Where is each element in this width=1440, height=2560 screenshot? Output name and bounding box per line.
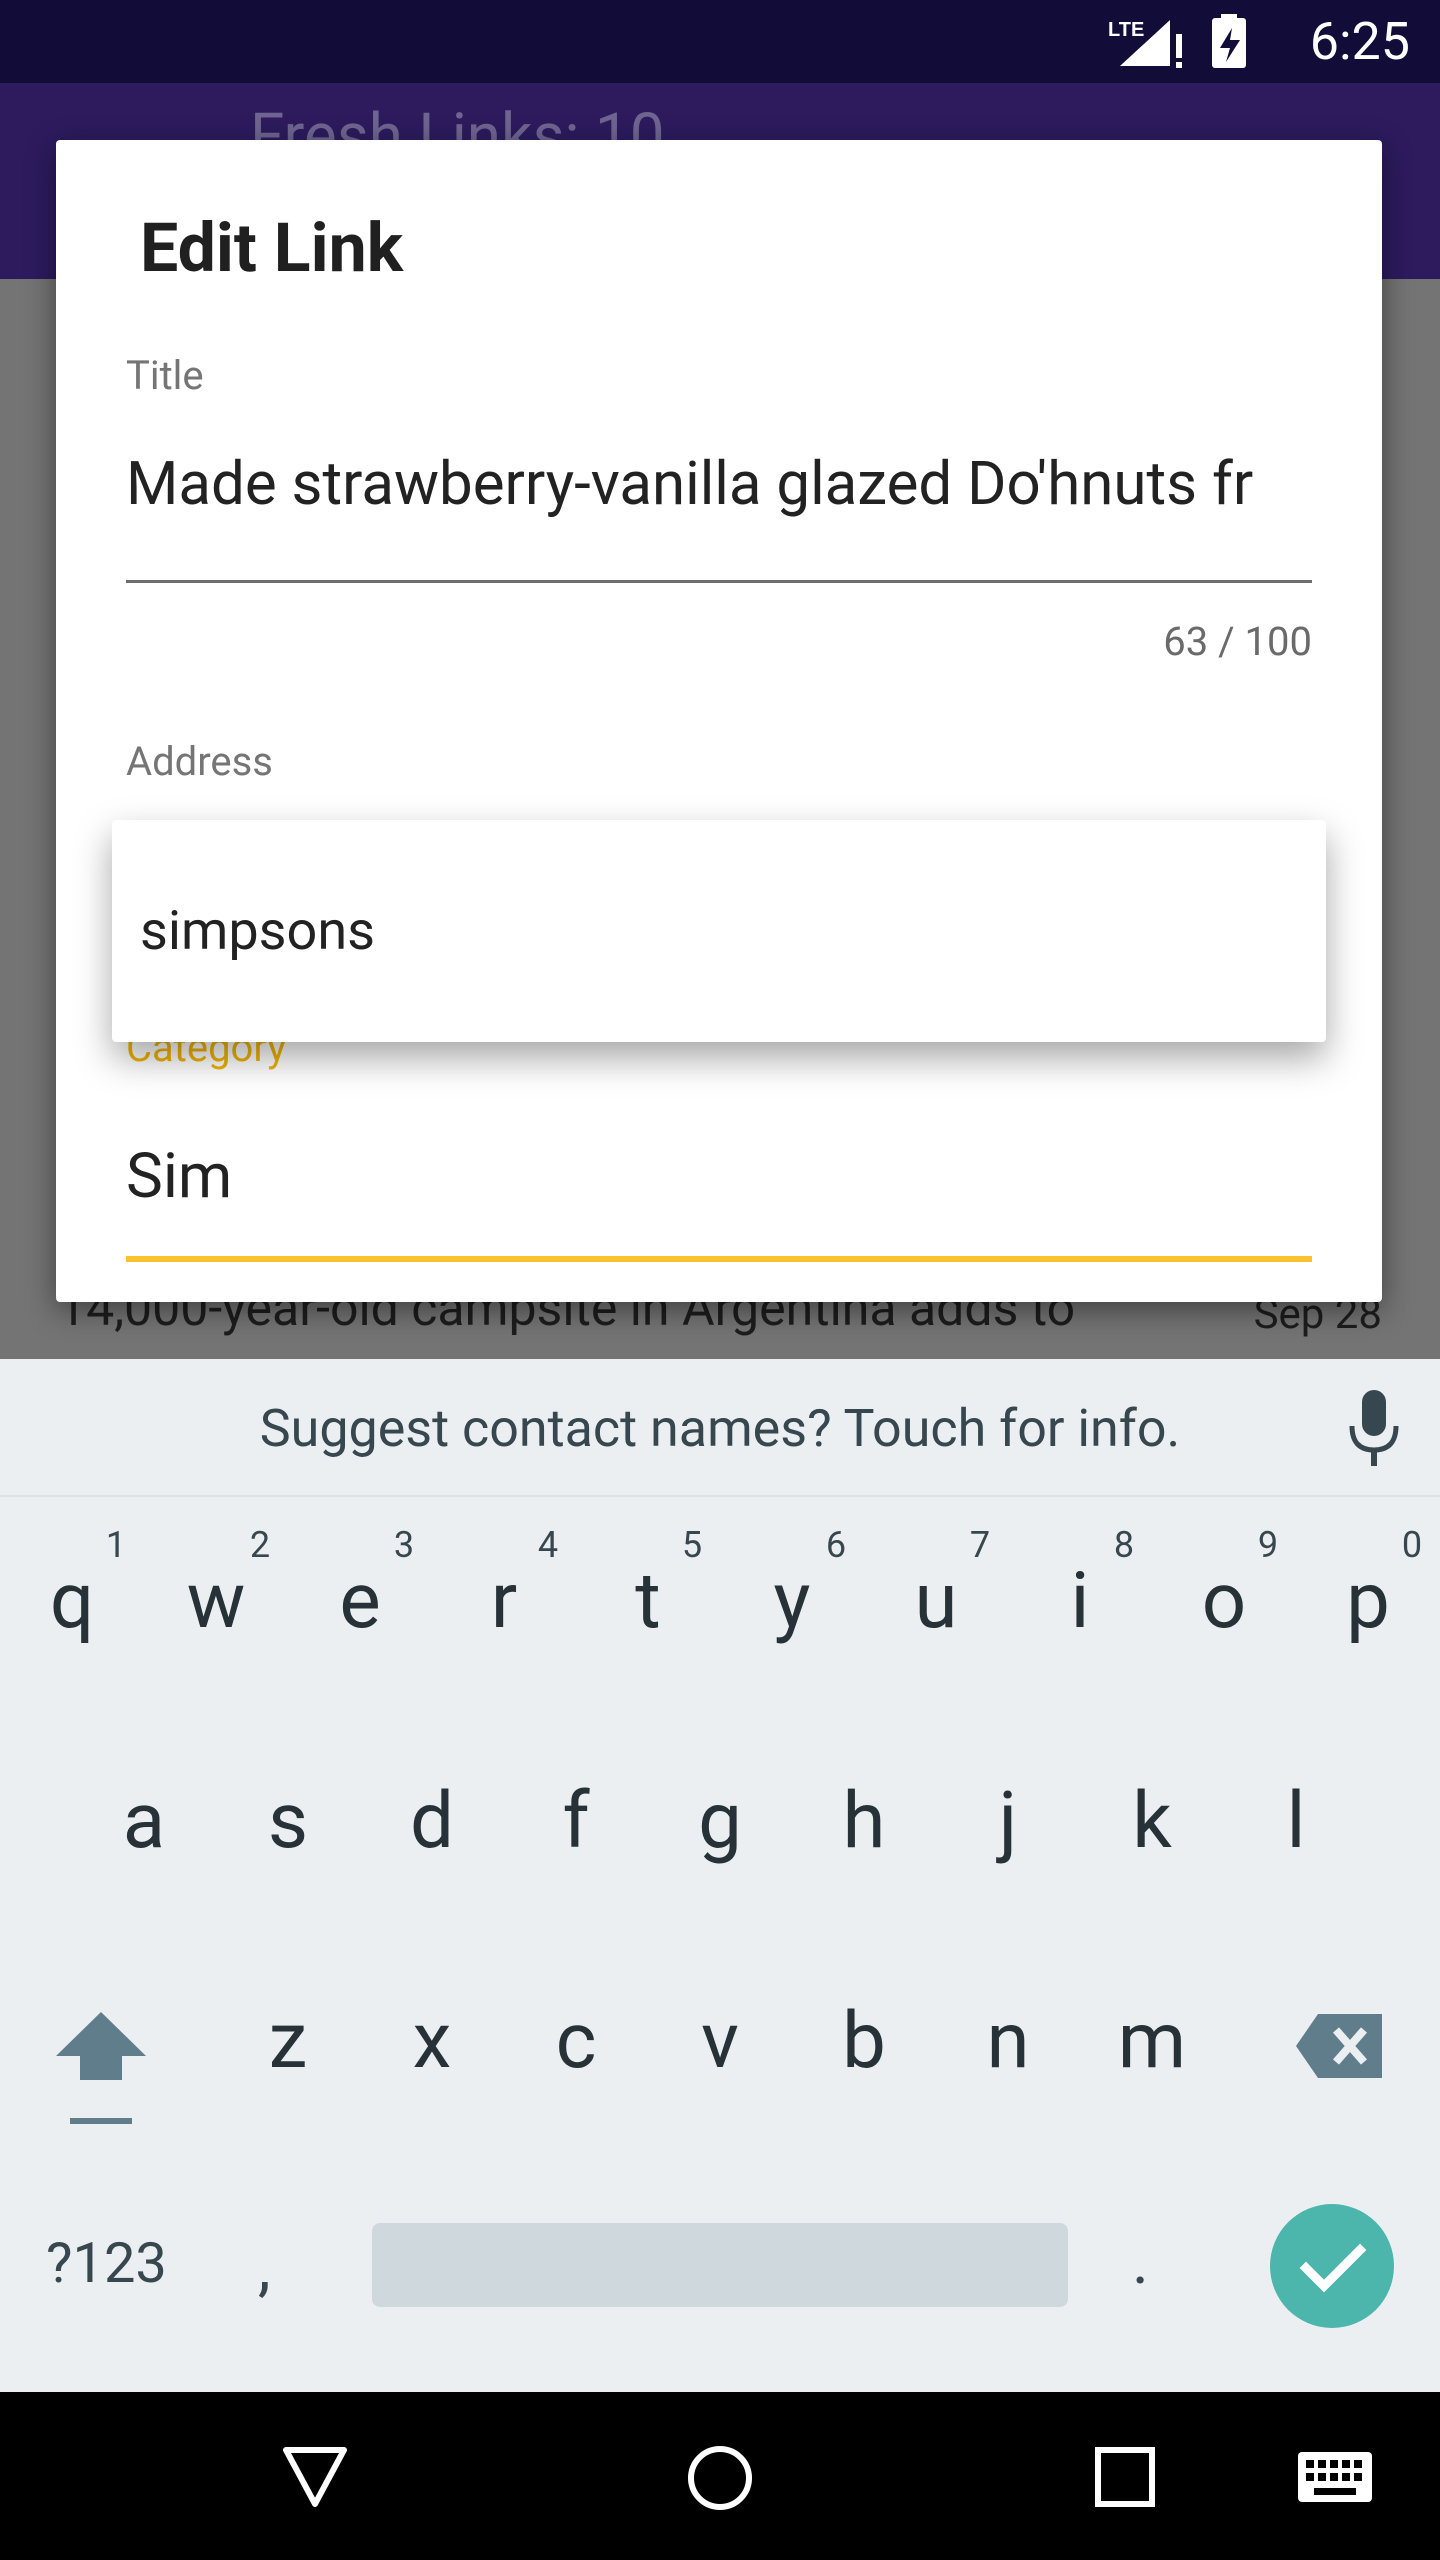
hint-8: 8 (1113, 1524, 1135, 1566)
key-p[interactable]: p (1318, 1556, 1418, 1647)
title-char-counter: 63 / 100 (1163, 618, 1312, 665)
key-w[interactable]: w (166, 1556, 266, 1647)
hint-3: 3 (393, 1524, 415, 1566)
key-h[interactable]: h (814, 1776, 914, 1867)
symbols-key[interactable]: ?123 (46, 2230, 167, 2296)
keyboard-switch-icon[interactable] (1298, 2452, 1372, 2502)
key-u[interactable]: u (886, 1556, 986, 1647)
recents-icon[interactable] (1094, 2446, 1156, 2508)
title-input[interactable]: Made strawberry-vanilla glazed Do'hnuts … (126, 448, 1312, 519)
hint-9: 9 (1257, 1524, 1279, 1566)
key-i[interactable]: i (1030, 1556, 1130, 1647)
key-d[interactable]: d (382, 1776, 482, 1867)
key-a[interactable]: a (94, 1776, 194, 1867)
status-icons: LTE (1090, 14, 1246, 70)
battery-icon (1212, 14, 1246, 68)
lte-signal-icon: LTE (1108, 19, 1182, 68)
microphone-icon[interactable] (1346, 1390, 1402, 1470)
key-y[interactable]: y (742, 1556, 842, 1647)
key-z[interactable]: z (238, 1996, 338, 2087)
dialog-title: Edit Link (140, 208, 404, 288)
title-label: Title (126, 352, 204, 399)
key-m[interactable]: m (1102, 1996, 1202, 2087)
key-g[interactable]: g (670, 1776, 770, 1867)
category-input[interactable]: Sim (126, 1140, 232, 1213)
hint-2: 2 (249, 1524, 271, 1566)
hint-6: 6 (825, 1524, 847, 1566)
status-time: 6:25 (1309, 11, 1410, 72)
hint-7: 7 (969, 1524, 991, 1566)
space-key[interactable] (372, 2223, 1068, 2307)
autocomplete-item[interactable]: simpsons (140, 900, 375, 963)
key-f[interactable]: f (526, 1776, 626, 1867)
key-e[interactable]: e (310, 1556, 410, 1647)
backspace-icon[interactable] (1296, 2014, 1382, 2078)
key-q[interactable]: q (22, 1556, 122, 1647)
category-underline (126, 1256, 1312, 1262)
suggestion-text[interactable]: Suggest contact names? Touch for info. (0, 1398, 1440, 1459)
key-k[interactable]: k (1102, 1776, 1202, 1867)
address-label: Address (126, 738, 273, 785)
title-underline (126, 580, 1312, 583)
key-l[interactable]: l (1246, 1776, 1346, 1867)
back-icon[interactable] (282, 2446, 348, 2508)
check-icon (1299, 2243, 1367, 2293)
key-v[interactable]: v (670, 1996, 770, 2087)
key-t[interactable]: t (598, 1556, 698, 1647)
hint-5: 5 (681, 1524, 703, 1566)
period-key[interactable]: . (1132, 2224, 1149, 2299)
hint-4: 4 (537, 1524, 559, 1566)
key-r[interactable]: r (454, 1556, 554, 1647)
hint-0: 0 (1401, 1524, 1423, 1566)
comma-key[interactable]: , (258, 2230, 271, 2305)
key-c[interactable]: c (526, 1996, 626, 2087)
enter-key[interactable] (1270, 2204, 1394, 2328)
key-b[interactable]: b (814, 1996, 914, 2087)
home-icon[interactable] (686, 2444, 754, 2512)
shift-icon[interactable] (56, 2012, 146, 2128)
key-s[interactable]: s (238, 1776, 338, 1867)
key-n[interactable]: n (958, 1996, 1058, 2087)
hint-1: 1 (105, 1524, 127, 1566)
key-o[interactable]: o (1174, 1556, 1274, 1647)
key-j[interactable]: j (958, 1776, 1058, 1867)
network-label: LTE (1108, 19, 1144, 41)
key-x[interactable]: x (382, 1996, 482, 2087)
edit-link-dialog (56, 140, 1382, 1302)
